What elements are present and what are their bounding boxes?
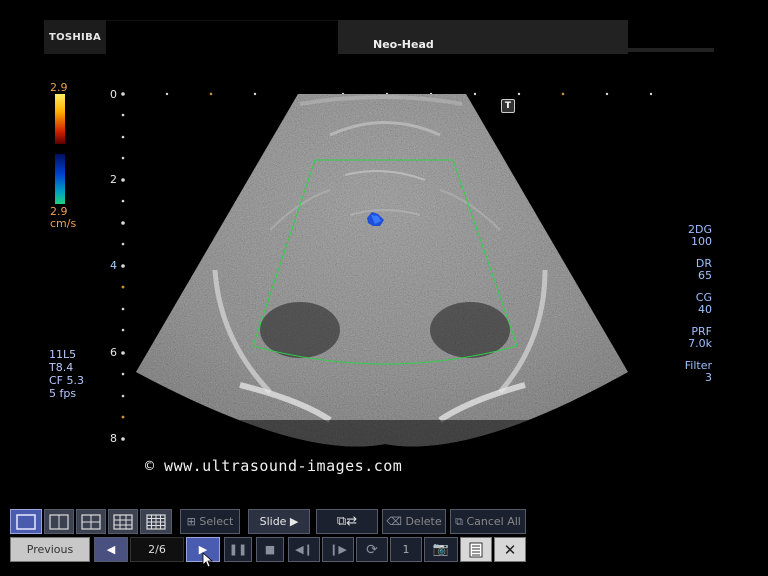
camera-button[interactable]: 📷: [424, 537, 458, 562]
layout-grid16-icon: [146, 513, 166, 530]
step-back-icon: ◀❙: [295, 543, 313, 556]
step-forward-icon: ❙▶: [329, 543, 347, 556]
layout-2x2-button[interactable]: [76, 509, 106, 534]
cf-label: CF 5.3: [49, 374, 84, 387]
stop-icon: ■: [264, 543, 276, 556]
layout-split-icon: [49, 513, 69, 530]
fps-label: 5 fps: [49, 387, 77, 400]
triangle-left-icon: ◀: [106, 543, 116, 556]
frame-number: 1: [402, 543, 410, 556]
previous-label: Previous: [26, 543, 74, 556]
step-back-button[interactable]: ◀❙: [288, 537, 320, 562]
export-images-icon: ⧉⇄: [336, 514, 358, 529]
layout-1x2-button[interactable]: [44, 509, 74, 534]
select-icon: ⊞: [186, 515, 196, 528]
layout-grid9-icon: [113, 513, 133, 530]
watermark: © www.ultrasound-images.com: [145, 457, 403, 475]
layout-single-icon: [16, 513, 36, 530]
layout-quad-icon: [81, 513, 101, 530]
pause-button[interactable]: ❚❚: [224, 537, 252, 562]
slide-label: Slide ▶: [259, 515, 299, 528]
param-panel: 2DG 100 DR 65 CG 40 PRF 7.0k Filter 3: [660, 224, 712, 394]
trash-icon: ⌫: [386, 515, 402, 528]
layout-4x4-button[interactable]: [140, 509, 172, 534]
select-label: Select: [199, 515, 234, 528]
param-2dg: 2DG 100: [688, 223, 712, 248]
report-list-icon: [469, 542, 483, 557]
delete-label: Delete: [405, 515, 442, 528]
stop-button[interactable]: ■: [256, 537, 284, 562]
param-filter: Filter 3: [684, 359, 712, 384]
page-prev-button[interactable]: ◀: [94, 537, 128, 562]
loop-icon: ⟳: [366, 541, 378, 558]
report-button[interactable]: [460, 537, 492, 562]
camera-icon: 📷: [432, 542, 450, 557]
close-button[interactable]: ✕: [494, 537, 526, 562]
slide-button[interactable]: Slide ▶: [248, 509, 310, 534]
page-counter-text: 2/6: [148, 543, 166, 556]
frame-number-button[interactable]: 1: [390, 537, 422, 562]
param-prf: PRF 7.0k: [688, 325, 712, 350]
review-toolbar: ⊞ Select Slide ▶ ⧉⇄ ⌫ Delete ⧉ Cancel Al…: [8, 506, 528, 572]
cancel-all-label: Cancel All: [466, 515, 521, 528]
export-button[interactable]: ⧉⇄: [316, 509, 378, 534]
previous-button[interactable]: Previous: [10, 537, 90, 562]
select-button[interactable]: ⊞ Select: [180, 509, 240, 534]
tb-label: T8.4: [49, 361, 74, 374]
page-counter: 2/6: [130, 537, 184, 562]
ultrasound-image: [136, 94, 628, 447]
delete-button[interactable]: ⌫ Delete: [382, 509, 446, 534]
loop-button[interactable]: ⟳: [356, 537, 388, 562]
step-forward-button[interactable]: ❙▶: [322, 537, 354, 562]
orientation-marker: T: [501, 99, 515, 113]
param-dr: DR 65: [695, 257, 712, 282]
cancel-all-icon: ⧉: [455, 514, 463, 528]
probe-label: 11L5: [49, 348, 77, 361]
layout-1x1-button[interactable]: [10, 509, 42, 534]
param-cg: CG 40: [695, 291, 712, 316]
pause-icon: ❚❚: [228, 543, 248, 556]
mouse-cursor-icon: [202, 552, 214, 568]
cancel-all-button[interactable]: ⧉ Cancel All: [450, 509, 526, 534]
close-icon: ✕: [503, 540, 517, 559]
layout-3x3-button[interactable]: [108, 509, 138, 534]
